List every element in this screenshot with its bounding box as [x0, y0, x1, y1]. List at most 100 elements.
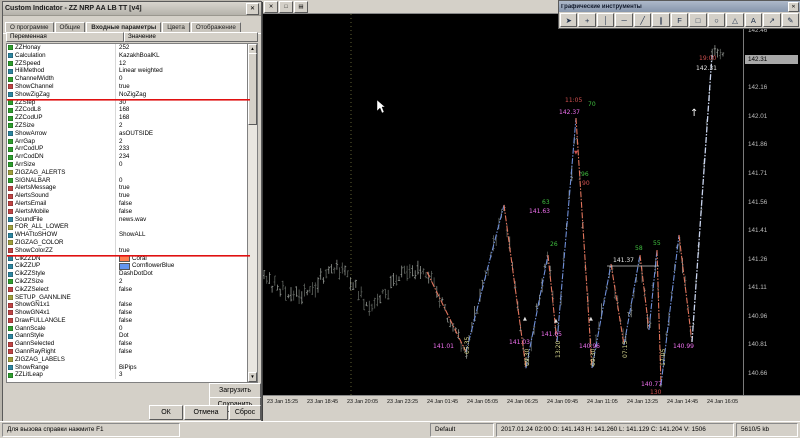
param-value[interactable]: true: [116, 83, 250, 91]
param-row[interactable]: CikZZUP CornflowerBlue: [7, 262, 250, 271]
param-row[interactable]: CikZZStyle DashDotDot: [7, 270, 250, 278]
dialog-titlebar[interactable]: Custom Indicator - ZZ NRP AA LB TT [v4] …: [3, 2, 261, 16]
param-row[interactable]: ZIGZAG_COLOR: [7, 238, 250, 247]
param-row[interactable]: GannScale 0: [7, 324, 250, 333]
param-value[interactable]: false: [116, 301, 250, 309]
param-value[interactable]: false: [116, 309, 250, 317]
param-row[interactable]: ShowArrow asOUTSIDE: [7, 129, 250, 138]
param-row[interactable]: SIGNALBAR 0: [7, 176, 250, 185]
param-value[interactable]: false: [116, 200, 250, 208]
param-value[interactable]: 252: [116, 44, 250, 52]
rectangle-icon[interactable]: □: [689, 13, 707, 27]
param-value[interactable]: true: [116, 247, 250, 255]
param-value[interactable]: false: [116, 317, 250, 325]
param-row[interactable]: ShowRange BiPips: [7, 363, 250, 372]
param-value[interactable]: 234: [116, 153, 250, 161]
pencil-icon[interactable]: ✎: [781, 13, 800, 27]
param-row[interactable]: ZIGZAG_LABELS: [7, 355, 250, 364]
param-value[interactable]: false: [116, 208, 250, 216]
param-row[interactable]: ZZHonay 252: [7, 44, 250, 52]
param-row[interactable]: ZZStep 30: [7, 98, 250, 107]
param-row[interactable]: ShowGN1x1 false: [7, 301, 250, 310]
arrow-icon[interactable]: ↗: [763, 13, 781, 27]
param-value[interactable]: 168: [116, 106, 250, 114]
param-row[interactable]: ZZCodUP 168: [7, 114, 250, 122]
param-value[interactable]: 0: [116, 325, 250, 333]
param-row[interactable]: ArrCodDN 234: [7, 153, 250, 161]
param-value[interactable]: asOUTSIDE: [116, 130, 250, 138]
param-row[interactable]: CikZZDN Coral: [7, 254, 250, 263]
param-row[interactable]: ShowChannel true: [7, 82, 250, 91]
param-row[interactable]: SETUP_GANNLINE: [7, 293, 250, 302]
param-row[interactable]: ArrCodUP 233: [7, 145, 250, 154]
param-value[interactable]: false: [116, 286, 250, 294]
param-value[interactable]: 168: [116, 114, 250, 122]
param-value[interactable]: [116, 294, 250, 302]
param-value[interactable]: ShowALL: [116, 231, 250, 239]
param-value[interactable]: false: [116, 348, 250, 356]
param-row[interactable]: GannRayRight false: [7, 348, 250, 356]
param-row[interactable]: AlertsMobile false: [7, 207, 250, 216]
load-button[interactable]: Загрузить: [209, 383, 261, 398]
param-row[interactable]: AlertsMessage true: [7, 184, 250, 193]
param-row[interactable]: AlertsEmail false: [7, 199, 250, 208]
param-row[interactable]: GannSelected false: [7, 340, 250, 349]
param-row[interactable]: GannStyle Dot: [7, 332, 250, 341]
param-value[interactable]: 30: [116, 99, 250, 107]
param-value[interactable]: 233: [116, 145, 250, 153]
drawing-toolbar-titlebar[interactable]: Графические инструменты ✕: [559, 1, 800, 12]
param-value[interactable]: Coral: [116, 255, 250, 263]
param-value[interactable]: true: [116, 184, 250, 192]
restore-chart-button[interactable]: □: [279, 1, 293, 13]
param-value[interactable]: BiPips: [116, 364, 250, 372]
param-row[interactable]: ShowGN4x1 false: [7, 309, 250, 317]
param-value[interactable]: true: [116, 192, 250, 200]
param-value[interactable]: false: [116, 340, 250, 348]
param-row[interactable]: Calculation KazakhBoalKL: [7, 51, 250, 60]
param-value[interactable]: CornflowerBlue: [116, 262, 250, 270]
param-value[interactable]: news.wav: [116, 216, 250, 224]
trendline-icon[interactable]: ╱: [633, 13, 652, 27]
param-row[interactable]: SoundFile news.wav: [7, 215, 250, 224]
param-row[interactable]: ArrSize 0: [7, 160, 250, 169]
param-row[interactable]: ShowZigZag NoZigZag: [7, 90, 250, 99]
param-value[interactable]: 0: [116, 75, 250, 83]
param-row[interactable]: FOR_ALL_LOWER: [7, 223, 250, 232]
param-row[interactable]: ArrGap 2: [7, 137, 250, 146]
text-icon[interactable]: A: [744, 13, 763, 27]
param-value[interactable]: 0: [116, 177, 250, 185]
close-icon[interactable]: ✕: [788, 1, 799, 12]
close-icon[interactable]: ✕: [246, 2, 259, 15]
horizontal-line-icon[interactable]: ─: [615, 13, 633, 27]
param-value[interactable]: DashDotDot: [116, 270, 250, 278]
param-row[interactable]: ZZLitLeap 3: [7, 371, 250, 380]
param-value[interactable]: 3: [116, 371, 250, 379]
param-value[interactable]: 2: [116, 138, 250, 146]
channel-icon[interactable]: ∥: [652, 13, 670, 27]
param-row[interactable]: HiliMethod Linear weighted: [7, 67, 250, 76]
vertical-line-icon[interactable]: │: [596, 13, 615, 27]
param-row[interactable]: ZZSize 2: [7, 121, 250, 130]
ellipse-icon[interactable]: ○: [707, 13, 726, 27]
param-row[interactable]: ChannelWidth 0: [7, 75, 250, 83]
param-row[interactable]: CikZZSize 2: [7, 277, 250, 286]
param-value[interactable]: [116, 223, 250, 231]
param-row[interactable]: ZZCodL8 168: [7, 106, 250, 115]
time-scale[interactable]: 23 Jan 15:25 23 Jan 18:45 23 Jan 20:05 23 J…: [261, 395, 800, 422]
param-value[interactable]: KazakhBoalKL: [116, 52, 250, 60]
param-value[interactable]: Linear weighted: [116, 67, 250, 75]
parameters-table[interactable]: ZZHonay 252 Calculation KazakhBoalKL ZZSpeed…: [6, 43, 251, 383]
param-value[interactable]: [116, 356, 250, 364]
param-value[interactable]: NoZigZag: [116, 91, 250, 99]
reset-button[interactable]: Сброс: [229, 405, 261, 420]
scrollbar-thumb[interactable]: [248, 53, 257, 125]
param-value[interactable]: 2: [116, 122, 250, 130]
param-row[interactable]: ZZSpeed 12: [7, 59, 250, 68]
scroll-down-icon[interactable]: ▼: [248, 372, 257, 382]
chart-list-button[interactable]: ▤: [294, 1, 308, 13]
param-value[interactable]: 0: [116, 161, 250, 169]
param-row[interactable]: WHATtoSHOW ShowALL: [7, 231, 250, 239]
fibonacci-icon[interactable]: F: [670, 13, 689, 27]
param-value[interactable]: 2: [116, 278, 250, 286]
cancel-button[interactable]: Отмена: [184, 405, 228, 420]
